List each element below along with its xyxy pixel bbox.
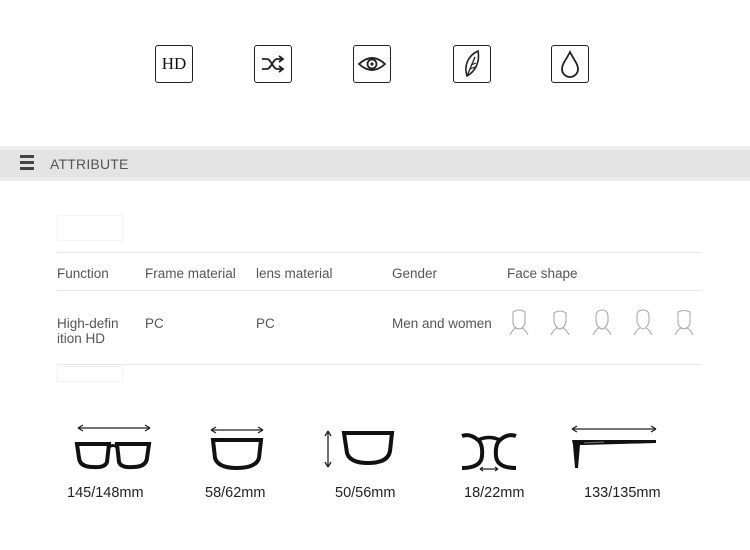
lens-width-icon (210, 426, 264, 471)
header-face-shape: Face shape (507, 266, 578, 281)
value-function-line1: High-defin (57, 316, 119, 331)
value-function-line2: ition HD (57, 331, 106, 346)
value-lens-material: PC (256, 316, 275, 331)
feather-icon (453, 45, 491, 83)
shuffle-icon (254, 45, 292, 83)
placeholder-box (57, 366, 123, 382)
placeholder-box (57, 215, 123, 241)
table-divider (57, 252, 700, 253)
dimension-label: 50/56mm (335, 485, 396, 501)
header-gender: Gender (392, 266, 438, 281)
table-divider (57, 364, 700, 365)
value-frame-material: PC (145, 316, 164, 331)
face-shape-icon (509, 309, 529, 335)
dimension-label: 58/62mm (205, 485, 266, 501)
header-function: Function (57, 266, 109, 281)
dimension-label: 18/22mm (464, 485, 525, 501)
face-shape-icon (633, 309, 653, 335)
menu-icon (20, 155, 34, 171)
frame-width-icon (74, 424, 152, 470)
hd-icon: HD (155, 45, 193, 83)
face-shape-icon (592, 309, 612, 335)
water-drop-icon (551, 45, 589, 83)
bridge-width-icon (461, 433, 517, 472)
face-shape-icon (674, 309, 694, 335)
value-gender: Men and women (392, 316, 492, 331)
value-function: High-defin ition HD (57, 316, 119, 346)
eye-icon (353, 45, 391, 83)
temple-length-icon (571, 425, 657, 468)
lens-height-icon (324, 430, 395, 468)
header-lens-material: lens material (256, 266, 333, 281)
table-divider (57, 290, 700, 291)
header-frame-material: Frame material (145, 266, 236, 281)
dimension-label: 133/135mm (584, 485, 661, 501)
section-title: ATTRIBUTE (50, 156, 129, 172)
hd-label: HD (161, 54, 187, 73)
face-shape-icon (550, 310, 570, 335)
dimension-label: 145/148mm (67, 485, 144, 501)
